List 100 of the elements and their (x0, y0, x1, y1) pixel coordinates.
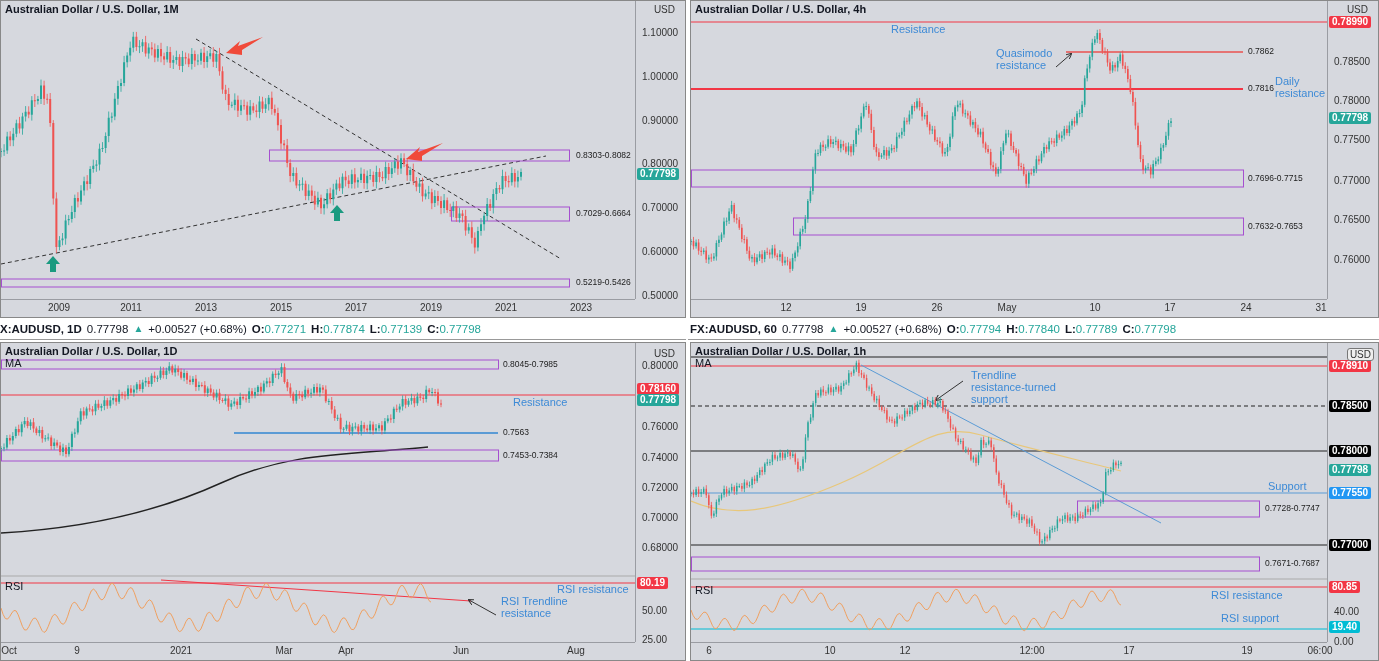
annotation-text: Daily resistance (1275, 75, 1325, 99)
annotation-text: Trendline resistance-turned support (971, 369, 1057, 405)
pointer-arrow-icon (226, 37, 263, 55)
annotation-text: RSI Trendline resistance (501, 595, 569, 619)
time-tick: 12 (899, 645, 911, 656)
ohlc-value: H:0.77840 (1006, 322, 1060, 335)
price-tag: 19.40 (1329, 621, 1361, 633)
zone-label: 0.8045-0.7985 (503, 358, 558, 369)
price-tick: 0.68000 (642, 542, 679, 553)
time-tick: 2017 (344, 302, 368, 313)
price-tick: 0.90000 (642, 115, 679, 126)
rsi-tick: 25.00 (642, 634, 668, 645)
zone-label: 0.7632-0.7653 (1248, 220, 1303, 231)
annotation-text: Quasimodo resistance (996, 47, 1052, 71)
chart-title: Australian Dollar / U.S. Dollar, 4h (695, 3, 867, 15)
ohlc-value: L:0.77139 (369, 322, 423, 335)
ohlc-value: H:0.77874 (311, 322, 365, 335)
last-price: 0.77798 (86, 322, 129, 335)
price-tick: 0.76000 (642, 421, 679, 432)
zone-label: 0.7696-0.7715 (1248, 172, 1303, 183)
price-change: +0.00527 (+0.68%) (843, 322, 942, 335)
zone-label: 0.8303-0.8082 (576, 149, 631, 160)
price-tick: 0.60000 (642, 246, 679, 257)
price-tag: 80.85 (1329, 581, 1361, 593)
price-tag: 0.77798 (637, 394, 680, 406)
price-tick: 0.80000 (642, 360, 679, 371)
pointer-arrow-icon (406, 143, 443, 161)
rsi-tick: 50.00 (642, 605, 668, 616)
time-tick: 2023 (569, 302, 593, 313)
time-tick: Apr (338, 645, 354, 656)
change-direction: ▲ (828, 323, 839, 334)
time-tick: 12:00 (1019, 645, 1045, 656)
ohlc-value: O:0.77794 (946, 322, 1002, 335)
time-tick: 17 (1164, 302, 1176, 313)
time-tick: 19 (1241, 645, 1253, 656)
symbol-label: X:AUDUSD, 1D (0, 322, 82, 335)
time-tick: Jun (452, 645, 470, 656)
level-label: 0.7816 (1248, 83, 1274, 93)
chart-title: Australian Dollar / U.S. Dollar, 1D (5, 345, 178, 357)
time-tick: 2015 (269, 302, 293, 313)
leader-arrow (467, 599, 497, 616)
ohlc-value: L:0.77789 (1064, 322, 1118, 335)
price-tag: 0.78910 (1329, 360, 1372, 372)
rsi-tick: 0.00 (1334, 636, 1354, 647)
zone-label: 0.7728-0.7747 (1265, 503, 1320, 513)
leader-arrow (934, 380, 964, 402)
indicator-label: MA (695, 357, 712, 369)
chart-title: Australian Dollar / U.S. Dollar, 1M (5, 3, 179, 15)
price-tick: 1.00000 (642, 71, 679, 82)
price-tag: 0.77798 (637, 168, 680, 180)
leader-arrow (1055, 52, 1073, 68)
rsi-tick: 40.00 (1334, 606, 1360, 617)
indicator-label: MA (5, 357, 22, 369)
indicator-label: RSI (695, 584, 714, 596)
price-tick: 0.70000 (642, 202, 679, 213)
annotation-text: RSI resistance (1211, 589, 1284, 601)
time-tick: 2021 (169, 645, 193, 656)
time-tick: 10 (824, 645, 836, 656)
price-tag: 80.19 (637, 577, 669, 589)
price-tick: 1.10000 (642, 27, 679, 38)
time-tick: 31 (1315, 302, 1327, 313)
ohlc-value: C:0.77798 (1122, 322, 1177, 335)
annotation-text: RSI support (1221, 612, 1281, 624)
ohlc-value: C:0.77798 (427, 322, 481, 335)
price-change: +0.00527 (+0.68%) (148, 322, 247, 335)
indicator-label: RSI (5, 580, 24, 592)
time-tick: 2009 (47, 302, 71, 313)
time-tick: Oct (1, 645, 17, 656)
price-tick: 0.50000 (642, 290, 679, 301)
time-tick: 10 (1089, 302, 1101, 313)
price-tick: 0.74000 (642, 452, 679, 463)
last-price: 0.77798 (781, 322, 824, 335)
time-tick: Mar (275, 645, 293, 656)
price-tag: 0.77000 (1329, 539, 1372, 551)
time-tick: 2019 (419, 302, 443, 313)
price-tick: 0.76000 (1334, 254, 1371, 265)
currency-label: USD (653, 348, 675, 359)
price-tag: 0.78990 (1329, 16, 1372, 28)
zone-label: 0.5219-0.5426 (576, 277, 631, 287)
time-tick: 17 (1123, 645, 1135, 656)
currency-label: USD (653, 4, 675, 15)
ohlc-value: O:0.77271 (251, 322, 307, 335)
time-tick: 2021 (494, 302, 518, 313)
time-tick: May (997, 302, 1017, 313)
annotation-text: RSI resistance (557, 583, 630, 595)
zone-label: 0.7029-0.6664 (576, 208, 631, 218)
price-tag: 0.77798 (1329, 112, 1372, 124)
level-label: 0.7563 (503, 427, 529, 437)
price-tag: 0.78500 (1329, 400, 1372, 412)
up-arrow-icon (46, 256, 60, 272)
currency-label: USD (1346, 348, 1374, 361)
price-tick: 0.78500 (1334, 56, 1371, 67)
time-tick: 26 (931, 302, 943, 313)
annotation-text: Resistance (891, 23, 947, 35)
zone-label: 0.7453-0.7384 (503, 449, 558, 460)
chart-title: Australian Dollar / U.S. Dollar, 1h (695, 345, 867, 357)
time-tick: 2011 (120, 302, 142, 313)
time-tick: 19 (855, 302, 867, 313)
annotation-text: Support (1268, 480, 1308, 492)
time-tick: 06:00 (1307, 645, 1333, 656)
